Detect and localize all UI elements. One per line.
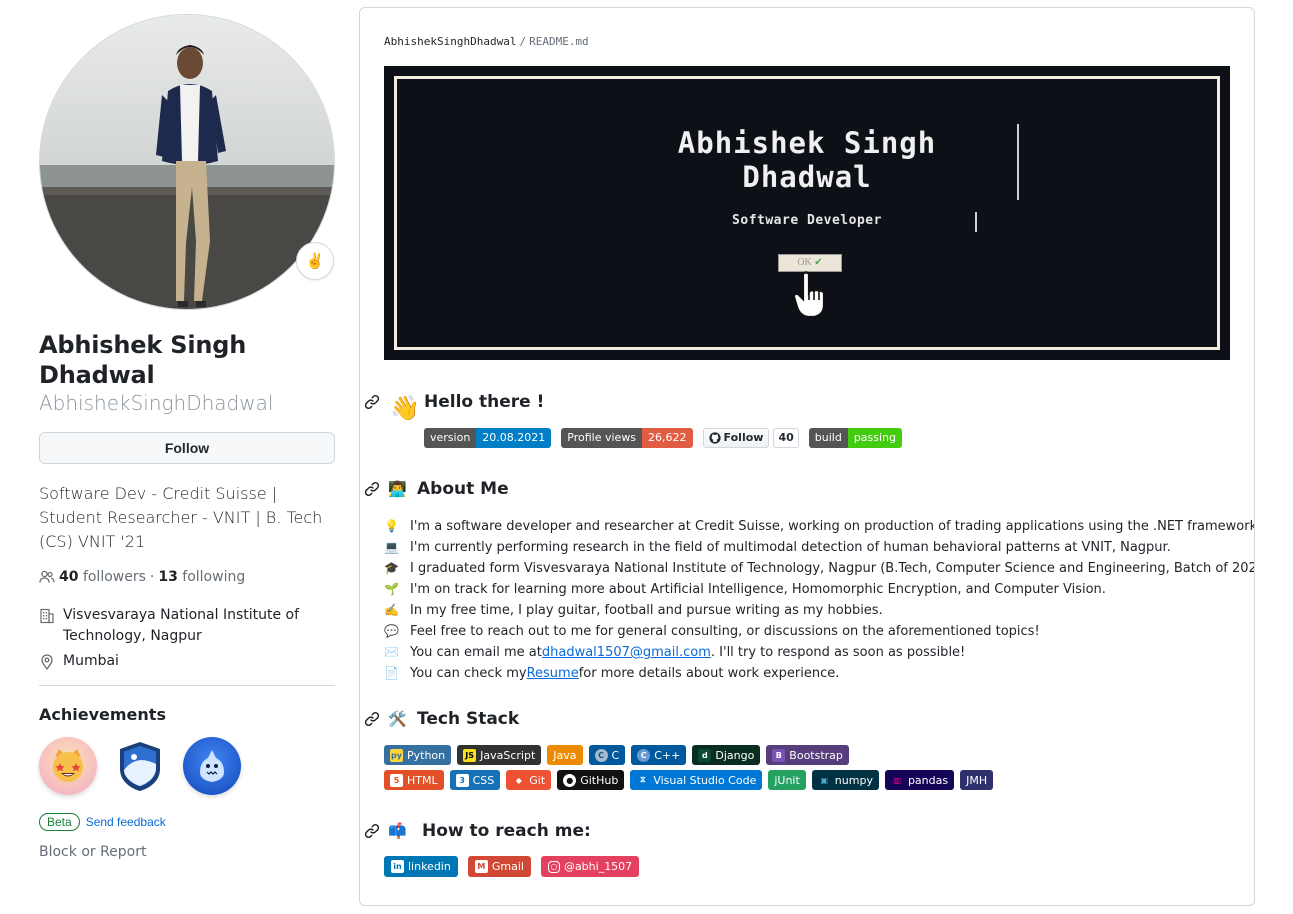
profile-sidebar: ✌️ Abhishek Singh Dhadwal AbhishekSinghD… — [39, 14, 335, 860]
profile-details: Visvesvaraya National Institute of Techn… — [39, 605, 335, 672]
list-item: 💻 I'm currently performing research in th… — [384, 540, 1171, 555]
hand-pointer-icon — [793, 271, 826, 318]
banner-title: Abhishek Singh Dhadwal — [384, 126, 1230, 194]
banner-title-line1: Abhishek Singh — [677, 126, 937, 160]
avatar-container: ✌️ — [39, 14, 335, 310]
avatar-photo — [40, 15, 334, 309]
technologist-emoji-icon: 👨‍💻 — [388, 480, 407, 498]
about-list: 💡 I'm a software developer and researcher… — [384, 516, 1255, 684]
following-link[interactable]: 13 following — [158, 569, 245, 585]
git-badge[interactable]: ◆ Git — [506, 770, 552, 790]
beta-badge: Beta — [39, 813, 80, 831]
readme-panel: AbhishekSinghDhadwal / README.md Abhishek … — [359, 7, 1255, 906]
profile-username: AbhishekSinghDhadwal — [39, 391, 274, 415]
heading-link-icon[interactable] — [364, 394, 380, 410]
list-item: 🎓 I graduated form Visvesvaraya National … — [384, 561, 1255, 576]
send-feedback-link[interactable]: Send feedback — [86, 815, 166, 829]
profile-views-shield[interactable]: Profile views 26,622 — [561, 428, 693, 448]
readme-banner: Abhishek Singh Dhadwal Software Develope… — [384, 66, 1230, 360]
junit-badge[interactable]: jUnit — [768, 770, 806, 790]
heading-link-icon[interactable] — [364, 711, 380, 727]
block-report-link[interactable]: Block or Report — [39, 844, 335, 860]
java-badge[interactable]: Java — [547, 745, 583, 765]
banner-title-line2: Dhadwal — [742, 160, 872, 194]
pandas-badge[interactable]: ▥ pandas — [884, 770, 955, 790]
list-item: ✍️ In my free time, I play guitar, footba… — [384, 603, 883, 618]
github-follow-shield[interactable]: Follow 40 — [702, 428, 799, 448]
build-shield[interactable]: build passing — [808, 428, 903, 448]
profile-bio: Software Dev - Credit Suisse | Student R… — [39, 484, 323, 551]
django-badge[interactable]: d Django — [692, 745, 761, 765]
people-icon — [39, 570, 55, 583]
javascript-badge[interactable]: JS JavaScript — [457, 745, 542, 765]
resume-link[interactable]: Resume — [527, 663, 579, 684]
readme-path-user[interactable]: AbhishekSinghDhadwal — [384, 35, 516, 48]
tech-row-1: py Python JS JavaScript Java CC C C++ d Djan… — [384, 745, 849, 765]
achievements-heading: Achievements — [39, 705, 166, 724]
numpy-badge[interactable]: ▣ numpy — [811, 770, 879, 790]
tools-emoji-icon: 🛠️ — [388, 710, 407, 728]
readme-path-separator: / — [519, 35, 527, 48]
pull-shark-icon — [200, 750, 224, 782]
achievement-badges — [39, 737, 335, 795]
hello-shields: version 20.08.2021 Profile views 26,622 Fo… — [424, 428, 903, 448]
tech-stack-heading: Tech Stack — [417, 709, 520, 729]
readme-breadcrumb: AbhishekSinghDhadwal / README.md — [384, 35, 589, 48]
status-emoji-button[interactable]: ✌️ — [296, 242, 334, 280]
organization-text: Visvesvaraya National Institute of Techn… — [63, 607, 300, 644]
jmh-badge[interactable]: JMH — [960, 770, 994, 790]
bootstrap-badge[interactable]: B Bootstrap — [766, 745, 849, 765]
avatar[interactable] — [39, 14, 335, 310]
version-shield[interactable]: version 20.08.2021 — [424, 428, 552, 448]
banner-subtitle: Software Developer — [732, 213, 882, 228]
status-emoji: ✌️ — [305, 253, 325, 270]
achievement-starstruck-icon[interactable] — [39, 737, 97, 795]
github-badge[interactable]: ● GitHub — [557, 770, 625, 790]
location-icon — [41, 654, 53, 670]
follow-stats: 40 followers · 13 following — [39, 569, 335, 585]
heading-link-icon[interactable] — [364, 481, 380, 497]
organization-row: Visvesvaraya National Institute of Techn… — [39, 605, 335, 647]
list-item: 🌱 I'm on track for learning more about Ar… — [384, 582, 1106, 597]
organization-icon — [40, 608, 54, 624]
beta-feedback-row: Beta Send feedback — [39, 813, 335, 831]
mailbox-emoji-icon: 📫 — [388, 822, 407, 840]
arctic-shield-icon — [120, 742, 160, 791]
hello-heading: Hello there ! — [424, 392, 545, 412]
c-badge[interactable]: CC — [588, 745, 626, 765]
starstruck-cat-icon — [53, 749, 83, 782]
tech-row-2: 5 HTML 3 CSS ◆ Git ● GitHub ⧖ Visual Studio C… — [384, 770, 994, 790]
list-item: 📄 You can check my Resume for more detail… — [384, 663, 1254, 684]
dot-separator: · — [149, 569, 155, 585]
sidebar-divider — [39, 685, 335, 686]
html-badge[interactable]: 5 HTML — [384, 770, 444, 790]
achievement-arctic-icon[interactable] — [111, 737, 169, 795]
python-badge[interactable]: py Python — [384, 745, 452, 765]
contact-badges: in linkedin M Gmail ○ @abhi_1507 — [384, 856, 640, 877]
follow-button[interactable]: Follow — [39, 432, 335, 464]
list-item: ✉️ You can email me at dhadwal1507@gmail.… — [384, 642, 1254, 663]
heading-link-icon[interactable] — [364, 823, 380, 839]
achievement-shark-icon[interactable] — [183, 737, 241, 795]
banner-cursor — [1017, 124, 1019, 200]
instagram-badge[interactable]: ○ @abhi_1507 — [540, 856, 640, 877]
vscode-badge[interactable]: ⧖ Visual Studio Code — [630, 770, 763, 790]
banner-cursor-small — [975, 212, 977, 232]
location-text: Mumbai — [63, 653, 119, 669]
about-heading: About Me — [417, 479, 509, 499]
list-item: 💡 I'm a software developer and researcher… — [384, 519, 1255, 534]
cpp-badge[interactable]: C C++ — [631, 745, 687, 765]
github-icon — [708, 432, 721, 444]
email-link[interactable]: dhadwal1507@gmail.com — [542, 642, 711, 663]
readme-path-file: README.md — [529, 35, 589, 48]
profile-full-name: Abhishek Singh Dhadwal — [39, 331, 247, 389]
gmail-badge[interactable]: M Gmail — [467, 856, 531, 877]
wave-emoji-icon: 👋 — [390, 394, 420, 422]
location-row: Mumbai — [39, 651, 335, 672]
linkedin-badge[interactable]: in linkedin — [384, 856, 458, 877]
css-badge[interactable]: 3 CSS — [449, 770, 501, 790]
reach-heading: How to reach me: — [422, 821, 591, 841]
list-item: 💬 Feel free to reach out to me for genera… — [384, 624, 1040, 639]
followers-link[interactable]: 40 followers — [59, 569, 146, 585]
